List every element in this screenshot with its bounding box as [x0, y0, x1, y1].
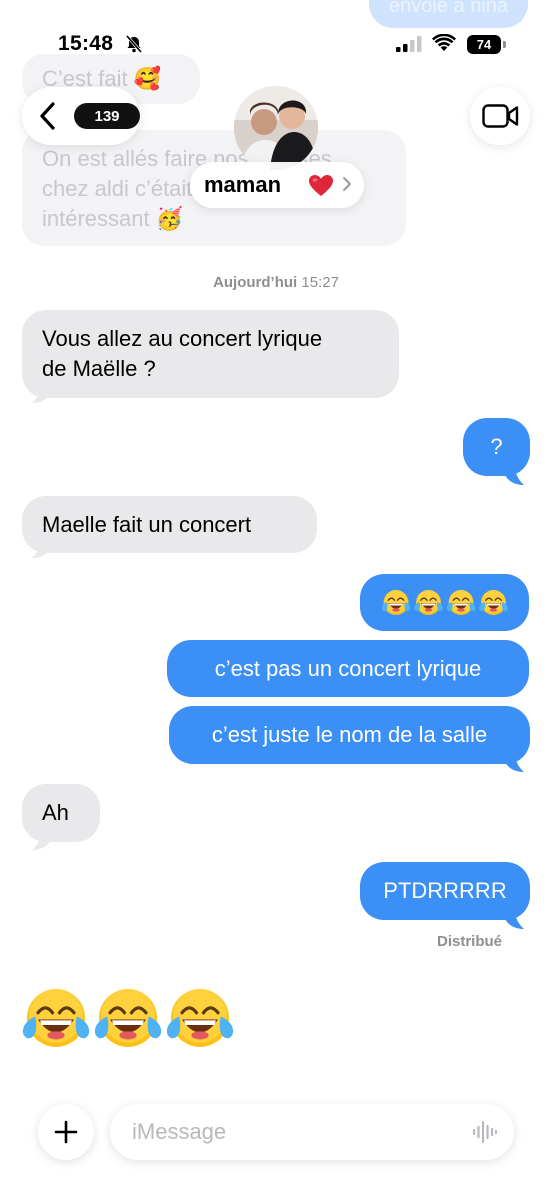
message-text-line: de Maëlle ?	[42, 356, 156, 381]
cellular-signal-icon	[396, 36, 422, 52]
laughing-tears-emoji	[479, 590, 508, 615]
contact-name-pill[interactable]: maman	[190, 162, 364, 208]
message-text-line: Vous allez au concert lyrique	[42, 326, 323, 351]
conversation-timestamp: Aujourd’hui 15:27	[0, 274, 552, 291]
red-heart-icon	[309, 175, 333, 196]
back-button[interactable]: 139	[22, 87, 140, 145]
plus-icon	[54, 1120, 78, 1144]
message-bubble-outgoing[interactable]: ?	[463, 418, 530, 476]
chevron-left-icon	[40, 102, 55, 130]
laughing-tears-emoji-row	[381, 590, 508, 615]
battery-level: 74	[476, 37, 492, 52]
contact-name: maman	[204, 172, 282, 197]
silent-bell-icon	[125, 35, 143, 53]
timestamp-time: 15:27	[301, 274, 339, 291]
faded-incoming-line-3: intéressant 🥳	[42, 206, 184, 231]
battery-icon: 74	[467, 35, 501, 54]
delivery-status: Distribué	[436, 933, 502, 950]
add-attachment-button[interactable]	[38, 1104, 94, 1160]
chevron-right-icon	[343, 177, 351, 191]
message-bubble-outgoing[interactable]: c’est juste le nom de la salle	[169, 706, 530, 764]
laughing-tears-emoji	[414, 590, 443, 615]
message-bubble-incoming[interactable]: Vous allez au concert lyrique de Maëlle …	[22, 310, 399, 398]
input-placeholder: iMessage	[132, 1119, 227, 1144]
laughing-tears-emoji	[166, 989, 234, 1047]
wifi-icon	[432, 34, 456, 51]
status-bar: 15:48 74	[0, 24, 552, 64]
video-camera-icon	[482, 104, 519, 128]
unread-count-badge: 139	[74, 103, 140, 129]
message-text: Ah	[42, 800, 69, 825]
laughing-tears-emoji	[381, 590, 411, 615]
message-bubble-outgoing[interactable]	[360, 574, 529, 631]
message-text: PTDRRRRR	[383, 878, 507, 903]
message-text: c’est juste le nom de la salle	[211, 722, 488, 747]
unread-count: 139	[94, 107, 120, 125]
message-big-emoji-incoming[interactable]	[20, 984, 240, 1054]
contact-avatar[interactable]	[234, 86, 318, 170]
laughing-tears-emoji-row	[22, 989, 234, 1047]
message-bubble-outgoing[interactable]: PTDRRRRR	[360, 862, 530, 920]
laughing-tears-emoji	[22, 989, 90, 1047]
timestamp-day: Aujourd’hui	[213, 274, 298, 291]
facetime-video-button[interactable]	[470, 87, 530, 145]
avatar-photo	[234, 86, 318, 170]
audio-waveform-icon[interactable]	[472, 1120, 498, 1144]
status-time: 15:48	[58, 32, 114, 55]
message-bubble-incoming[interactable]: Maelle fait un concert	[22, 496, 317, 553]
faded-outgoing-text: envoie à nina	[389, 0, 508, 17]
imessage-input[interactable]: iMessage	[110, 1104, 514, 1160]
message-text: ?	[490, 434, 503, 459]
laughing-tears-emoji	[446, 590, 476, 615]
message-bubble-outgoing[interactable]: c’est pas un concert lyrique	[167, 640, 529, 697]
message-text: Maelle fait un concert	[42, 512, 252, 537]
battery-tip	[503, 41, 506, 48]
laughing-tears-emoji	[94, 989, 162, 1047]
message-text: c’est pas un concert lyrique	[214, 656, 482, 681]
message-bubble-incoming[interactable]: Ah	[22, 784, 100, 842]
